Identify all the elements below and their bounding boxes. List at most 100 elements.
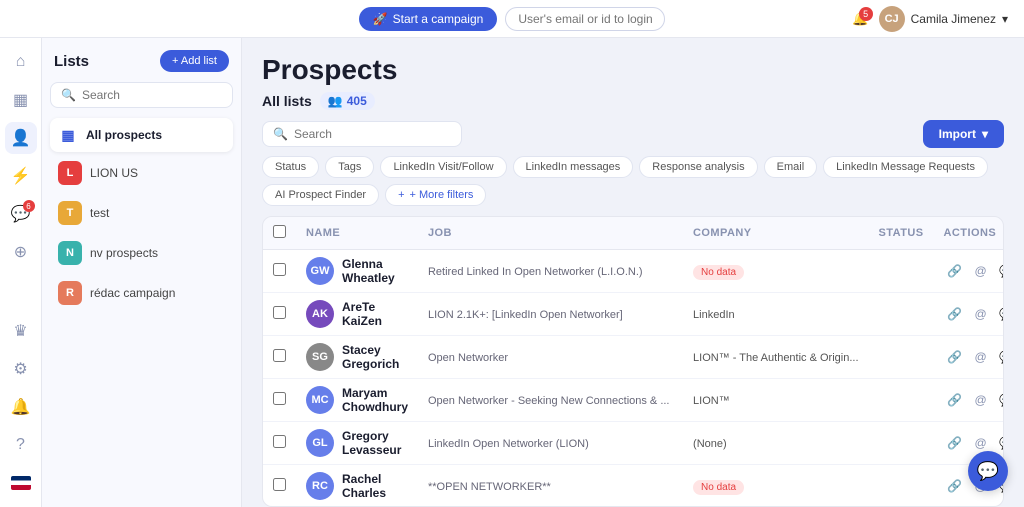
table-row: AK AreTe KaiZen LION 2.1K+: [LinkedIn Op… [263, 293, 1004, 336]
job-text: Open Networker - Seeking New Connections… [428, 395, 670, 407]
name-cell: SG Stacey Gregorich [296, 336, 418, 379]
section-header: All lists 👥 405 [262, 92, 1004, 110]
filter-linkedin-message-requests[interactable]: LinkedIn Message Requests [823, 156, 988, 178]
select-all-checkbox[interactable] [273, 225, 286, 238]
prospect-avatar: AK [306, 300, 334, 328]
company-cell: LION™ [683, 379, 868, 422]
sidebar-item-redac-campaign[interactable]: R rédac campaign [50, 274, 233, 312]
import-button[interactable]: Import ▾ [923, 120, 1004, 148]
filter-linkedin-visit[interactable]: LinkedIn Visit/Follow [380, 156, 506, 178]
nav-network[interactable]: ⊕ [5, 236, 37, 268]
table-row: MC Maryam Chowdhury Open Networker - See… [263, 379, 1004, 422]
sidebar-item-test[interactable]: T test [50, 194, 233, 232]
nav-settings[interactable]: ⚙ [5, 353, 37, 385]
link-icon[interactable]: 🔗 [944, 260, 966, 282]
sidebar-header: Lists + Add list [50, 50, 233, 72]
filter-response-analysis[interactable]: Response analysis [639, 156, 757, 178]
sidebar-item-label: LION US [90, 166, 138, 180]
list-dot-test: T [58, 201, 82, 225]
prospect-avatar: MC [306, 386, 334, 414]
nav-help[interactable]: ? [5, 429, 37, 461]
th-job: JOB [418, 217, 683, 250]
start-campaign-button[interactable]: 🚀 Start a campaign [359, 7, 498, 31]
job-cell: Open Networker [418, 336, 683, 379]
status-cell [869, 422, 934, 465]
job-cell: LinkedIn Open Networker (LION) [418, 422, 683, 465]
sidebar-search-input[interactable] [82, 88, 222, 102]
import-label: Import [939, 127, 976, 141]
job-text: LION 2.1K+: [LinkedIn Open Networker] [428, 309, 623, 321]
row-checkbox[interactable] [273, 478, 286, 491]
search-bar[interactable]: 🔍 [262, 121, 462, 147]
nav-dashboard[interactable]: ▦ [5, 84, 37, 116]
message-icon[interactable]: 💬 [996, 260, 1004, 282]
th-company: COMPANY [683, 217, 868, 250]
row-checkbox[interactable] [273, 349, 286, 362]
link-icon[interactable]: 🔗 [944, 432, 966, 454]
nav-messages[interactable]: 💬 6 [5, 198, 37, 230]
sidebar-item-nv-prospects[interactable]: N nv prospects [50, 234, 233, 272]
at-icon[interactable]: @ [970, 389, 992, 411]
table-row: GL Gregory Levasseur LinkedIn Open Netwo… [263, 422, 1004, 465]
filter-tags[interactable]: Tags [325, 156, 374, 178]
search-input[interactable] [294, 127, 451, 141]
left-nav: ⌂ ▦ 👤 ⚡ 💬 6 ⊕ ♛ ⚙ 🔔 ? [0, 38, 42, 507]
sidebar-item-all-prospects[interactable]: ▦ All prospects [50, 118, 233, 152]
link-icon[interactable]: 🔗 [944, 346, 966, 368]
company-cell: (None) [683, 422, 868, 465]
count-value: 405 [347, 94, 367, 108]
status-cell [869, 379, 934, 422]
message-icon[interactable]: 💬 [996, 303, 1004, 325]
row-checkbox[interactable] [273, 263, 286, 276]
company-text: LION™ [693, 395, 730, 407]
link-icon[interactable]: 🔗 [944, 389, 966, 411]
more-filters-button[interactable]: + + More filters [385, 184, 486, 206]
link-icon[interactable]: 🔗 [944, 475, 966, 497]
chevron-down-icon: ▾ [1002, 12, 1008, 26]
nav-users[interactable]: 👤 [5, 122, 37, 154]
search-icon: 🔍 [61, 88, 76, 102]
user-menu[interactable]: CJ Camila Jimenez ▾ [879, 6, 1008, 32]
add-list-button[interactable]: + Add list [160, 50, 229, 72]
section-label: All lists [262, 93, 312, 109]
nav-lightning[interactable]: ⚡ [5, 160, 37, 192]
at-icon[interactable]: @ [970, 260, 992, 282]
notification-bell[interactable]: 🔔 5 [852, 11, 868, 27]
company-text: LinkedIn [693, 309, 735, 321]
nav-bell[interactable]: 🔔 [5, 391, 37, 423]
nav-home[interactable]: ⌂ [5, 46, 37, 78]
chat-bubble[interactable]: 💬 [968, 451, 1008, 491]
sidebar-item-lion-us[interactable]: L LION US [50, 154, 233, 192]
actions-cell: 🔗 @ 💬 ✉ in [934, 379, 1004, 422]
login-input[interactable] [505, 7, 665, 31]
filter-email[interactable]: Email [764, 156, 818, 178]
row-checkbox-cell [263, 250, 296, 293]
filter-status[interactable]: Status [262, 156, 319, 178]
row-checkbox-cell [263, 336, 296, 379]
filter-ai-prospect-finder[interactable]: AI Prospect Finder [262, 184, 379, 206]
job-cell: Retired Linked In Open Networker (L.I.O.… [418, 250, 683, 293]
row-checkbox-cell [263, 293, 296, 336]
link-icon[interactable]: 🔗 [944, 303, 966, 325]
filter-linkedin-messages[interactable]: LinkedIn messages [513, 156, 634, 178]
prospect-avatar: GW [306, 257, 334, 285]
at-icon[interactable]: @ [970, 303, 992, 325]
status-cell [869, 336, 934, 379]
message-icon[interactable]: 💬 [996, 346, 1004, 368]
at-icon[interactable]: @ [970, 346, 992, 368]
company-cell: No data [683, 465, 868, 507]
row-checkbox[interactable] [273, 392, 286, 405]
message-icon[interactable]: 💬 [996, 389, 1004, 411]
row-checkbox[interactable] [273, 435, 286, 448]
nav-crown[interactable]: ♛ [5, 315, 37, 347]
row-checkbox[interactable] [273, 306, 286, 319]
message-icon[interactable]: 💬 [996, 432, 1004, 454]
sidebar-search[interactable]: 🔍 [50, 82, 233, 108]
name-cell: GW Glenna Wheatley [296, 250, 418, 293]
sidebar-item-label: test [90, 206, 109, 220]
no-data-badge: No data [693, 265, 744, 280]
nav-flag[interactable] [5, 467, 37, 499]
prospect-name: Rachel Charles [342, 472, 408, 500]
grid-icon: ▦ [58, 125, 78, 145]
job-cell: Open Networker - Seeking New Connections… [418, 379, 683, 422]
